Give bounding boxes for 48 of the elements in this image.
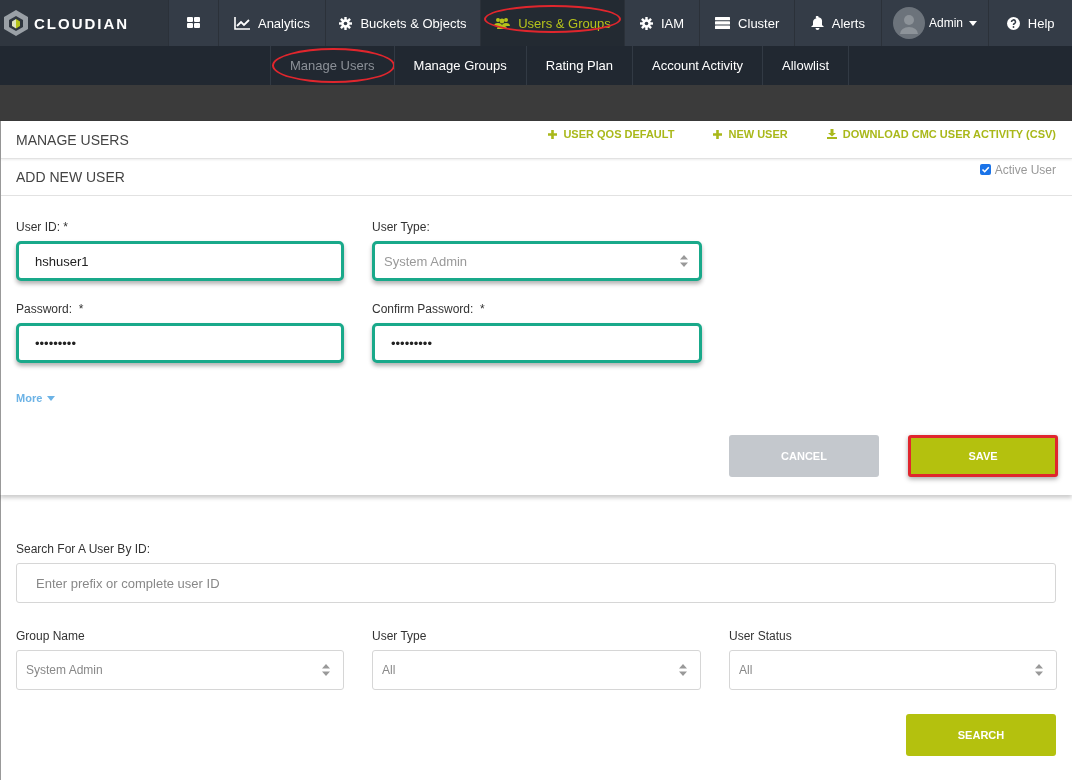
select-arrows-icon [322,664,330,676]
form-title: ADD NEW USER [16,169,125,185]
nav-tab[interactable]: Buckets & Objects [324,0,481,46]
plus-icon [548,129,558,139]
field-label: Confirm Password: * [372,302,486,316]
nav-tab[interactable]: Users & Groups [480,0,624,46]
download-icon [826,129,837,139]
line-chart-icon [233,16,250,30]
input-field[interactable]: ••••••••• [372,323,702,363]
nav-tab[interactable]: Alerts [794,0,881,46]
field-label: User Status [729,629,793,643]
caret-icon [969,20,977,26]
field-label: User Type [372,629,428,643]
users-icon [494,17,511,29]
nav-tab[interactable]: Analytics [218,0,325,46]
plus-icon [713,129,723,139]
select-arrows-icon [1035,664,1043,676]
select-arrows-icon [679,664,687,676]
select-field[interactable]: All [372,650,701,690]
nav-tab[interactable]: IAM [623,0,700,46]
search-field[interactable]: Enter prefix or complete user ID [16,563,1056,603]
input-field[interactable]: ••••••••• [16,323,344,363]
help-icon [1006,16,1020,30]
field-label: Search For A User By ID: [16,542,152,556]
gear-icon [639,16,653,30]
gear-icon [339,16,353,30]
checkbox[interactable] [979,164,991,175]
nav-tab[interactable]: Help [988,0,1072,46]
field-label: User ID: * [16,220,69,234]
select-arrows-icon [680,255,688,267]
section-title: MANAGE USERS [16,131,129,148]
dashboard-tab[interactable] [168,0,219,46]
nav-tab[interactable]: Cluster [699,0,795,46]
input-field[interactable]: hshuser1 [16,241,344,281]
caret-icon [47,395,56,401]
field-label: Group Name [16,629,86,643]
select-field[interactable]: System Admin [16,650,344,690]
logo-text: CLOUDIAN [34,14,130,32]
bell-icon [810,16,824,30]
field-label: Password: * [16,302,85,316]
select-field[interactable]: All [729,650,1057,690]
user-menu[interactable]: Admin [880,0,989,46]
field-label: User Type: [372,220,431,234]
logo-icon [4,10,28,36]
avatar-icon [893,7,925,39]
checkbox-label: Active User [994,163,1056,177]
grid-icon [187,17,201,29]
server-icon [715,17,731,29]
